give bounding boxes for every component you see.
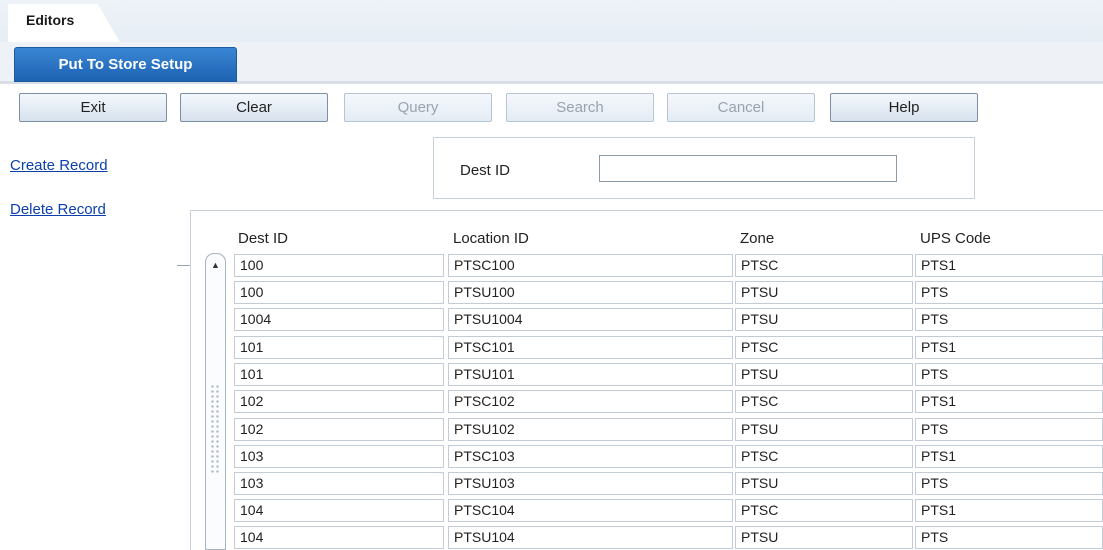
cell-location-id[interactable]: PTSU101 (448, 363, 733, 386)
cell-zone[interactable]: PTSC (735, 390, 913, 413)
cell-ups-code[interactable]: PTS (915, 363, 1103, 386)
cell-dest-id[interactable]: 103 (234, 445, 444, 468)
scroll-grip[interactable] (210, 384, 220, 474)
cell-ups-code[interactable]: PTS1 (915, 390, 1103, 413)
cell-dest-id[interactable]: 101 (234, 363, 444, 386)
cancel-button[interactable]: Cancel (667, 93, 815, 122)
vertical-scrollbar[interactable]: ▲ (205, 253, 226, 550)
cell-location-id[interactable]: PTSC102 (448, 390, 733, 413)
cell-dest-id[interactable]: 1004 (234, 308, 444, 331)
column-header-location-id: Location ID (453, 230, 529, 247)
cell-dest-id[interactable]: 104 (234, 526, 444, 549)
cell-dest-id[interactable]: 100 (234, 254, 444, 277)
cell-dest-id[interactable]: 100 (234, 281, 444, 304)
cell-ups-code[interactable]: PTS (915, 281, 1103, 304)
cell-zone[interactable]: PTSU (735, 281, 913, 304)
cell-ups-code[interactable]: PTS1 (915, 336, 1103, 359)
cell-location-id[interactable]: PTSU100 (448, 281, 733, 304)
cell-zone[interactable]: PTSC (735, 499, 913, 522)
dest-id-input[interactable] (599, 155, 897, 182)
delete-record-link[interactable]: Delete Record (10, 201, 106, 218)
dest-id-label: Dest ID (460, 162, 511, 179)
cell-location-id[interactable]: PTSU102 (448, 418, 733, 441)
cell-zone[interactable]: PTSU (735, 418, 913, 441)
exit-button[interactable]: Exit (19, 93, 167, 122)
cell-location-id[interactable]: PTSC104 (448, 499, 733, 522)
create-record-link[interactable]: Create Record (10, 157, 108, 174)
clear-button[interactable]: Clear (180, 93, 328, 122)
cell-dest-id[interactable]: 104 (234, 499, 444, 522)
cell-dest-id[interactable]: 101 (234, 336, 444, 359)
search-button[interactable]: Search (506, 93, 654, 122)
column-header-zone: Zone (740, 230, 775, 247)
help-button[interactable]: Help (830, 93, 978, 122)
cell-zone[interactable]: PTSU (735, 526, 913, 549)
tab-put-to-store-setup[interactable]: Put To Store Setup (14, 47, 237, 82)
cell-zone[interactable]: PTSU (735, 472, 913, 495)
cell-ups-code[interactable]: PTS1 (915, 445, 1103, 468)
cell-zone[interactable]: PTSC (735, 254, 913, 277)
cell-location-id[interactable]: PTSU1004 (448, 308, 733, 331)
cell-ups-code[interactable]: PTS1 (915, 254, 1103, 277)
cell-location-id[interactable]: PTSC103 (448, 445, 733, 468)
cell-ups-code[interactable]: PTS1 (915, 499, 1103, 522)
cell-ups-code[interactable]: PTS (915, 308, 1103, 331)
column-header-ups-code: UPS Code (920, 230, 991, 247)
cell-zone[interactable]: PTSC (735, 445, 913, 468)
panel-connector-line (177, 265, 190, 266)
cell-dest-id[interactable]: 103 (234, 472, 444, 495)
cell-location-id[interactable]: PTSC100 (448, 254, 733, 277)
cell-ups-code[interactable]: PTS (915, 472, 1103, 495)
column-header-dest-id: Dest ID (238, 230, 289, 247)
cell-zone[interactable]: PTSU (735, 363, 913, 386)
cell-zone[interactable]: PTSU (735, 308, 913, 331)
cell-location-id[interactable]: PTSU103 (448, 472, 733, 495)
cell-dest-id[interactable]: 102 (234, 390, 444, 413)
query-button[interactable]: Query (344, 93, 492, 122)
cell-location-id[interactable]: PTSC101 (448, 336, 733, 359)
editors-tab-label: Editors (26, 12, 75, 28)
editors-tab-strip (0, 0, 1103, 42)
cell-ups-code[interactable]: PTS (915, 418, 1103, 441)
scroll-up-arrow-icon[interactable]: ▲ (206, 258, 225, 272)
cell-ups-code[interactable]: PTS (915, 526, 1103, 549)
cell-location-id[interactable]: PTSU104 (448, 526, 733, 549)
cell-zone[interactable]: PTSC (735, 336, 913, 359)
cell-dest-id[interactable]: 102 (234, 418, 444, 441)
